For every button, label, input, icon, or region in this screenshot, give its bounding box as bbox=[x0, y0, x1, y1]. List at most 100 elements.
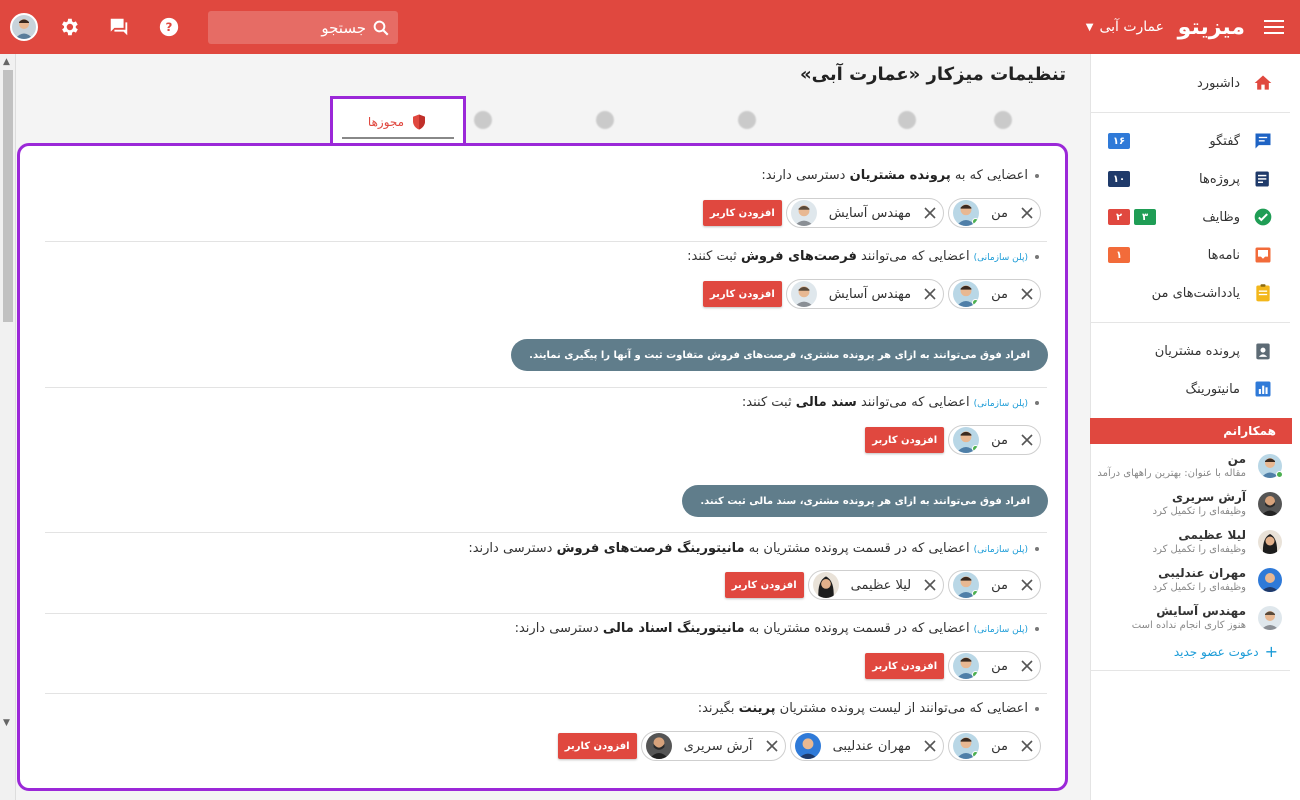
member-chip: من bbox=[948, 198, 1041, 228]
colleague-avatar bbox=[1258, 606, 1282, 630]
remove-member-icon[interactable] bbox=[917, 733, 943, 759]
sidebar-item-monitoring[interactable]: مانیتورینگ bbox=[1090, 370, 1300, 408]
colleague-avatar bbox=[1258, 568, 1282, 592]
search-box[interactable] bbox=[208, 11, 398, 44]
permissions-panel: اعضایی که به پرونده مشتریان دسترسی دارند… bbox=[17, 143, 1068, 791]
hamburger-menu-icon[interactable] bbox=[1264, 0, 1284, 54]
top-bar: ? ▼ عمارت آبی میزیتو bbox=[0, 0, 1300, 54]
tab-permissions[interactable]: مجوزها bbox=[330, 96, 466, 145]
permission-label: (پلن سازمانی)اعضایی که در قسمت پرونده مش… bbox=[468, 541, 1039, 556]
scrollbar-thumb[interactable] bbox=[3, 70, 13, 322]
remove-member-icon[interactable] bbox=[1014, 653, 1040, 679]
brand-logo: میزیتو bbox=[1177, 14, 1245, 40]
remove-member-icon[interactable] bbox=[1014, 733, 1040, 759]
invite-member-link[interactable]: + دعوت عضو جدید bbox=[1174, 642, 1278, 661]
info-note: افراد فوق می‌توانند به ازای هر پرونده مش… bbox=[511, 339, 1048, 371]
member-avatar bbox=[812, 572, 839, 598]
member-avatar bbox=[953, 733, 980, 759]
member-chips-row: من مهندس آسایش افزودن کاربر bbox=[702, 198, 1041, 228]
member-chips-row: من افزودن کاربر bbox=[865, 425, 1041, 455]
active-tab-indicator bbox=[342, 137, 454, 139]
colleague-avatar bbox=[1258, 492, 1282, 516]
permission-label: اعضایی که به پرونده مشتریان دسترسی دارند… bbox=[761, 168, 1039, 183]
member-chip: من bbox=[948, 570, 1041, 600]
tab-financial[interactable] bbox=[474, 108, 492, 132]
member-chip: مهندس آسایش bbox=[785, 279, 945, 309]
member-avatar bbox=[790, 200, 817, 226]
add-user-button[interactable]: افزودن کاربر bbox=[702, 200, 782, 226]
letters-badge: ۱ bbox=[1108, 247, 1130, 263]
add-user-button[interactable]: افزودن کاربر bbox=[702, 281, 782, 307]
member-avatar bbox=[953, 572, 980, 598]
add-user-button[interactable]: افزودن کاربر bbox=[865, 427, 945, 453]
permission-label: (پلن سازمانی)اعضایی که می‌توانند سند مال… bbox=[742, 395, 1039, 410]
settings-gear-icon[interactable] bbox=[58, 0, 80, 54]
messages-icon[interactable] bbox=[108, 0, 130, 54]
sidebar-item-notes[interactable]: یادداشت‌های من bbox=[1090, 274, 1300, 312]
info-note: افراد فوق می‌توانند به ازای هر پرونده مش… bbox=[682, 485, 1048, 517]
remove-member-icon[interactable] bbox=[1014, 427, 1040, 453]
tab-general[interactable] bbox=[994, 108, 1012, 132]
tab-members[interactable] bbox=[898, 108, 916, 132]
sidebar-item-letters[interactable]: نامه‌ها ۱ bbox=[1090, 236, 1300, 274]
workspace-dropdown-icon: ▼ bbox=[1085, 21, 1094, 33]
add-user-button[interactable]: افزودن کاربر bbox=[865, 653, 945, 679]
tab-removed-members[interactable] bbox=[596, 108, 614, 132]
workspace-selector[interactable]: ▼ عمارت آبی bbox=[1086, 0, 1164, 54]
member-chip: لیلا عظیمی bbox=[807, 570, 945, 600]
tab-invitations-icon bbox=[738, 111, 756, 129]
tab-members-icon bbox=[898, 111, 916, 129]
member-avatar bbox=[794, 733, 821, 759]
search-icon bbox=[373, 20, 389, 35]
member-avatar bbox=[790, 281, 817, 307]
contacts-icon bbox=[1252, 340, 1274, 362]
notes-icon bbox=[1252, 282, 1274, 304]
plus-icon: + bbox=[1264, 642, 1278, 661]
sidebar-item-dashboard[interactable]: داشبورد bbox=[1090, 64, 1300, 102]
scroll-up-icon[interactable]: ▲ bbox=[3, 57, 10, 67]
permission-label: (پلن سازمانی)اعضایی که در قسمت پرونده مش… bbox=[515, 621, 1039, 636]
remove-member-icon[interactable] bbox=[917, 281, 943, 307]
colleague-item[interactable]: لیلا عظیمی وظیفه‌ای را تکمیل کرد bbox=[1092, 526, 1292, 564]
chat-icon bbox=[1252, 130, 1274, 152]
inbox-icon bbox=[1252, 244, 1274, 266]
remove-member-icon[interactable] bbox=[917, 572, 943, 598]
remove-member-icon[interactable] bbox=[1014, 281, 1040, 307]
member-avatar bbox=[953, 653, 980, 679]
remove-member-icon[interactable] bbox=[1014, 200, 1040, 226]
projects-badge: ۱۰ bbox=[1108, 171, 1130, 187]
search-input[interactable] bbox=[246, 18, 366, 37]
member-avatar bbox=[953, 281, 980, 307]
page-scrollbar[interactable]: ▲ ▼ bbox=[0, 54, 16, 800]
tab-invitations[interactable] bbox=[738, 108, 756, 132]
add-user-button[interactable]: افزودن کاربر bbox=[724, 572, 804, 598]
permission-label: اعضایی که می‌توانند از لیست پرونده مشتری… bbox=[698, 701, 1039, 716]
remove-member-icon[interactable] bbox=[1014, 572, 1040, 598]
row-divider bbox=[45, 387, 1047, 388]
colleague-item[interactable]: مهران عندلیبی وظیفه‌ای را تکمیل کرد bbox=[1092, 564, 1292, 602]
remove-member-icon[interactable] bbox=[759, 733, 785, 759]
colleague-item[interactable]: مهندس آسایش هنوز کاری انجام نداده است bbox=[1092, 602, 1292, 640]
member-avatar bbox=[953, 200, 980, 226]
sidebar-item-chat[interactable]: گفتگو ۱۶ bbox=[1090, 122, 1300, 160]
colleague-item[interactable]: آرش سریری وظیفه‌ای را تکمیل کرد bbox=[1092, 488, 1292, 526]
sidebar: داشبورد گفتگو ۱۶ پروژه‌ها ۱۰ وظایف ۲ ۳ ن… bbox=[1090, 54, 1300, 800]
sidebar-item-customer-files[interactable]: پرونده مشتریان bbox=[1090, 332, 1300, 370]
member-chips-row: من لیلا عظیمی افزودن کاربر bbox=[724, 570, 1041, 600]
tasks-overdue-badge: ۲ bbox=[1108, 209, 1130, 225]
sidebar-item-projects[interactable]: پروژه‌ها ۱۰ bbox=[1090, 160, 1300, 198]
colleagues-header: همکارانم bbox=[1090, 418, 1292, 444]
sidebar-item-tasks[interactable]: وظایف ۲ ۳ bbox=[1090, 198, 1300, 236]
colleague-item[interactable]: من مقاله با عنوان: بهترین راههای درآمد bbox=[1092, 450, 1292, 488]
add-user-button[interactable]: افزودن کاربر bbox=[557, 733, 637, 759]
help-icon[interactable]: ? bbox=[158, 0, 180, 54]
scroll-down-icon[interactable]: ▼ bbox=[3, 718, 10, 728]
user-avatar[interactable] bbox=[10, 0, 38, 54]
member-avatar bbox=[953, 427, 980, 453]
member-chip: من bbox=[948, 425, 1041, 455]
remove-member-icon[interactable] bbox=[917, 200, 943, 226]
member-chips-row: من افزودن کاربر bbox=[865, 651, 1041, 681]
workspace-name: عمارت آبی bbox=[1099, 19, 1164, 35]
member-chips-row: من مهندس آسایش افزودن کاربر bbox=[702, 279, 1041, 309]
row-divider bbox=[45, 693, 1047, 694]
